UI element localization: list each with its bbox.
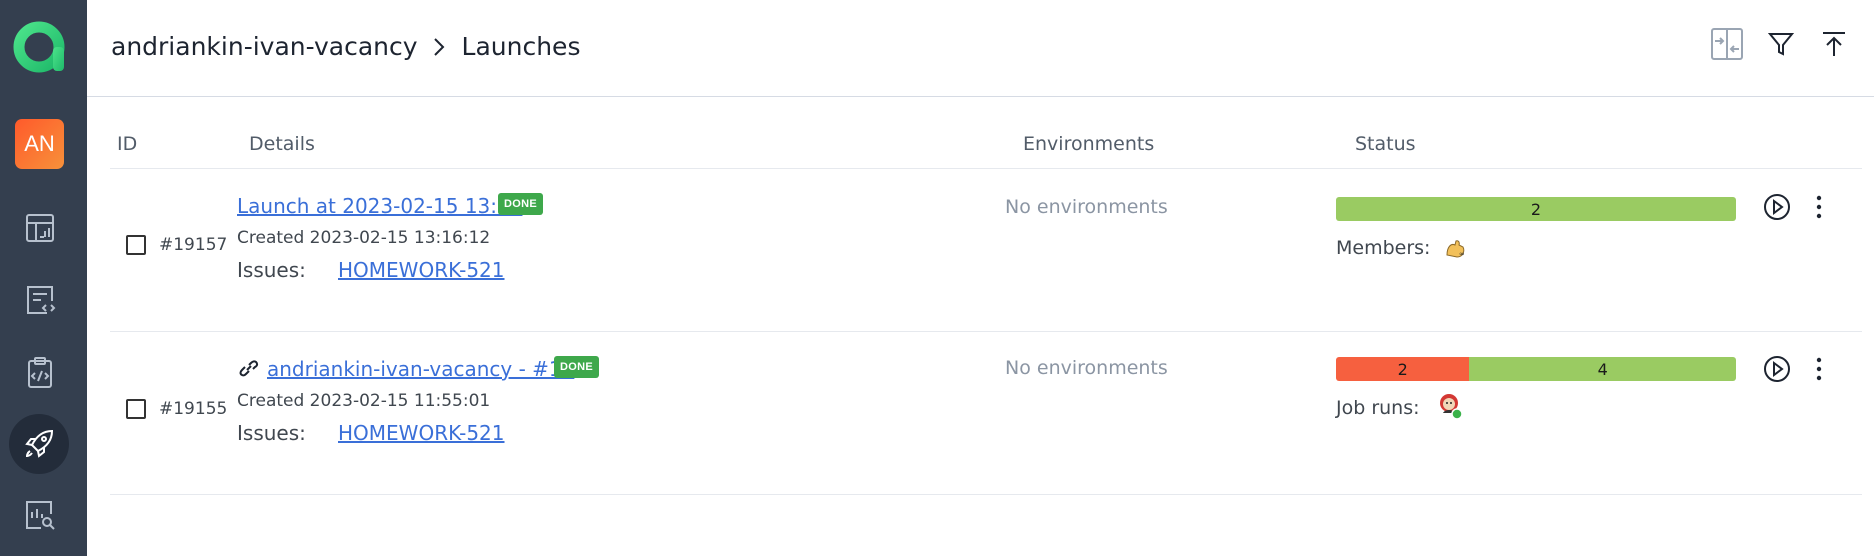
upload-icon [1823,32,1845,56]
issue-link[interactable]: HOMEWORK-521 [338,421,505,445]
status-segment-passed: 2 [1336,197,1736,221]
issue-link[interactable]: HOMEWORK-521 [338,258,505,282]
column-header-environments: Environments [1023,133,1155,155]
created-date: Created 2023-02-15 13:16:12 [237,228,491,248]
link-icon [239,360,259,377]
compare-button[interactable] [1709,26,1745,62]
app-logo-icon[interactable] [13,21,65,73]
row-checkbox[interactable] [126,235,146,255]
launch-title-link[interactable]: Launch at 2023-02-15 13:15 [237,194,522,218]
nav-test-cases[interactable] [12,272,67,327]
breadcrumb-project-link[interactable]: andriankin-ivan-vacancy [111,32,418,61]
nav-analytics[interactable] [12,487,67,542]
launches-table: ID Details Environments Status #19157 La… [110,97,1862,495]
launch-id: #19157 [159,235,228,255]
sidebar: AN [0,0,87,556]
job-runs-label: Job runs: [1336,397,1420,419]
created-date: Created 2023-02-15 11:55:01 [237,391,491,411]
issues-label: Issues: [237,421,306,445]
status-bar[interactable]: 2 4 [1336,357,1736,381]
status-segment-failed: 2 [1336,357,1470,381]
rocket-icon [25,429,54,458]
member-avatar-icon[interactable]: ∞ [1441,233,1471,263]
export-button[interactable] [1816,26,1852,62]
environments-value: No environments [1005,357,1168,379]
launch-id: #19155 [159,399,228,419]
page-header: andriankin-ivan-vacancy Launches [87,0,1874,97]
page-title: Launches [461,32,581,61]
run-button[interactable] [1763,355,1791,383]
status-bar[interactable]: 2 [1336,197,1736,221]
column-header-id: ID [117,133,138,155]
nav-test-plans[interactable] [12,344,67,399]
checklist-icon [27,356,52,388]
table-row[interactable]: #19157 Launch at 2023-02-15 13:15 DONE C… [110,169,1862,332]
issues-label: Issues: [237,258,306,282]
compare-icon [1711,28,1743,60]
environments-value: No environments [1005,196,1168,218]
analytics-search-icon [25,500,55,530]
filter-icon [1767,33,1795,56]
table-row[interactable]: #19155 andriankin-ivan-vacancy - #16 DON… [110,332,1862,495]
members-label: Members: [1336,237,1431,259]
nav-launches[interactable] [9,414,69,474]
dashboard-icon [25,213,54,242]
user-avatar[interactable]: AN [15,119,64,169]
jenkins-avatar-icon[interactable] [1435,391,1465,421]
chevron-right-icon [433,37,444,56]
column-header-status: Status [1355,133,1416,155]
column-header-details: Details [249,133,315,155]
code-review-icon [26,285,55,314]
nav-dashboards[interactable] [12,200,67,255]
more-options-icon[interactable] [1811,193,1827,221]
breadcrumb: andriankin-ivan-vacancy Launches [111,32,580,61]
more-options-icon[interactable] [1811,355,1827,383]
row-checkbox[interactable] [126,399,146,419]
status-segment-passed: 4 [1469,357,1736,381]
table-header: ID Details Environments Status [110,97,1862,169]
launch-title-link[interactable]: andriankin-ivan-vacancy - #16 [267,357,574,381]
filter-button[interactable] [1763,26,1799,62]
status-badge: DONE [554,356,599,378]
run-button[interactable] [1763,193,1791,221]
status-badge: DONE [498,193,543,215]
svg-text:∞: ∞ [1459,250,1465,258]
